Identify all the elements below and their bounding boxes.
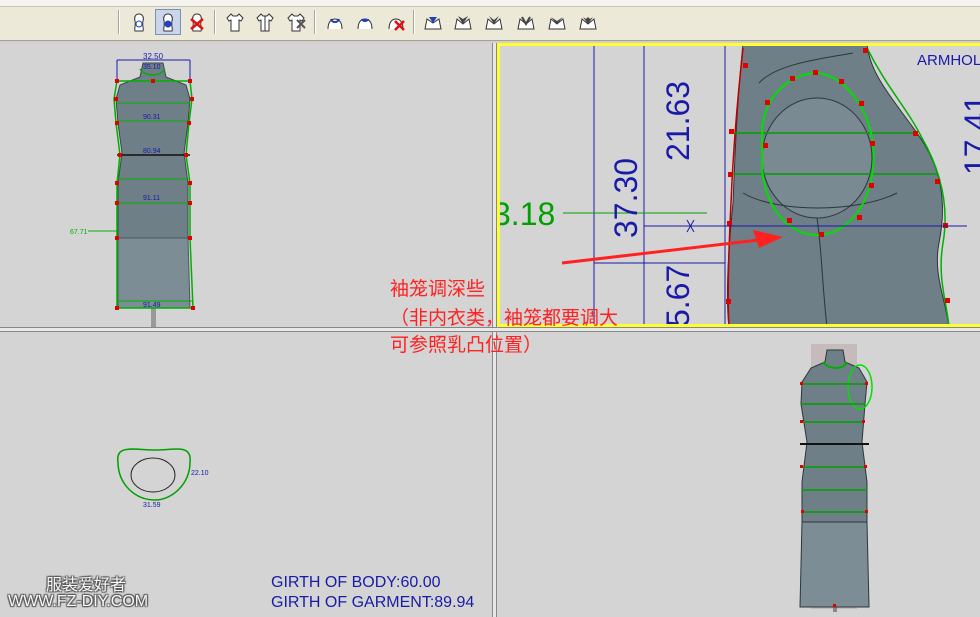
toolbar-separator xyxy=(118,10,120,34)
mannequin-delete-button[interactable] xyxy=(184,9,210,35)
lapel-2-icon xyxy=(454,16,472,30)
collar-add-icon xyxy=(327,18,343,30)
menu-strip xyxy=(0,0,980,7)
dim-length: 67.71 xyxy=(70,229,88,236)
dim-bust: 90.31 xyxy=(143,114,161,121)
lapel-5-icon xyxy=(548,17,566,30)
shirt-edit-icon xyxy=(256,13,274,32)
collar-add-button[interactable] xyxy=(322,9,348,35)
annotation-line-1: 袖笼调深些 xyxy=(390,278,486,300)
dim-hip: 91.11 xyxy=(143,195,160,202)
side-lower xyxy=(799,521,870,608)
lapel-1-icon xyxy=(424,17,442,30)
collar-delete-icon xyxy=(388,18,405,31)
lapel-6-icon xyxy=(579,17,597,30)
toolbar-separator xyxy=(314,10,316,34)
mannequin-select-icon xyxy=(134,13,144,32)
lapel-3-icon xyxy=(485,16,503,30)
watermark-url: WWW.FZ-DIY.COM xyxy=(8,593,149,610)
collar-edit-button[interactable] xyxy=(352,9,378,35)
lapel-5-button[interactable] xyxy=(544,9,570,35)
dim-top-side: 22.10 xyxy=(191,470,209,477)
side-torso xyxy=(800,349,868,523)
lapel-3-button[interactable] xyxy=(481,9,507,35)
side-mannequin-drawing xyxy=(799,344,873,612)
mannequin-edit-button[interactable] xyxy=(155,9,181,35)
zoom-viewport[interactable]: 3.18 37.30 21.63 5.67 17.41 ARMHOLE xyxy=(497,43,980,327)
dim-hem: 91.49 xyxy=(143,302,161,309)
lapel-4-button[interactable] xyxy=(513,9,539,35)
annotation-line-3: 可参照乳凸位置） xyxy=(390,334,543,356)
active-viewport-border xyxy=(497,43,980,327)
body-section xyxy=(130,457,176,493)
mannequin-select-button[interactable] xyxy=(126,9,152,35)
mannequin-edit-icon xyxy=(163,13,173,32)
dim-waist: 80.94 xyxy=(143,148,161,155)
lapel-6-button[interactable] xyxy=(575,9,601,35)
body-lower xyxy=(117,237,191,309)
lapel-2-button[interactable] xyxy=(450,9,476,35)
mannequin-delete-icon xyxy=(190,13,204,32)
toolbar xyxy=(0,0,980,41)
girth-garment-readout: GIRTH OF GARMENT:89.94 xyxy=(271,594,475,611)
shirt-edit-button[interactable] xyxy=(252,9,278,35)
watermark-name: 服装爱好者 xyxy=(46,575,127,594)
girth-body-readout: GIRTH OF BODY:60.00 xyxy=(271,574,441,591)
side-viewport[interactable] xyxy=(497,332,980,617)
toolbar-separator xyxy=(214,10,216,34)
dim-neck: 35.10 xyxy=(143,64,161,71)
annotation-line-2: （非内衣类，袖笼都要调大 xyxy=(390,307,619,329)
toolbar-separator xyxy=(413,10,415,34)
shirt-delete-icon xyxy=(287,13,306,32)
shirt-add-icon xyxy=(226,13,244,32)
lapel-4-icon xyxy=(517,16,535,30)
dim-shoulder: 32.50 xyxy=(143,52,164,61)
collar-delete-button[interactable] xyxy=(383,9,409,35)
shirt-delete-button[interactable] xyxy=(283,9,309,35)
lapel-1-button[interactable] xyxy=(420,9,446,35)
collar-edit-icon xyxy=(357,18,373,30)
shirt-add-button[interactable] xyxy=(222,9,248,35)
dim-top-width: 31.59 xyxy=(143,502,161,509)
